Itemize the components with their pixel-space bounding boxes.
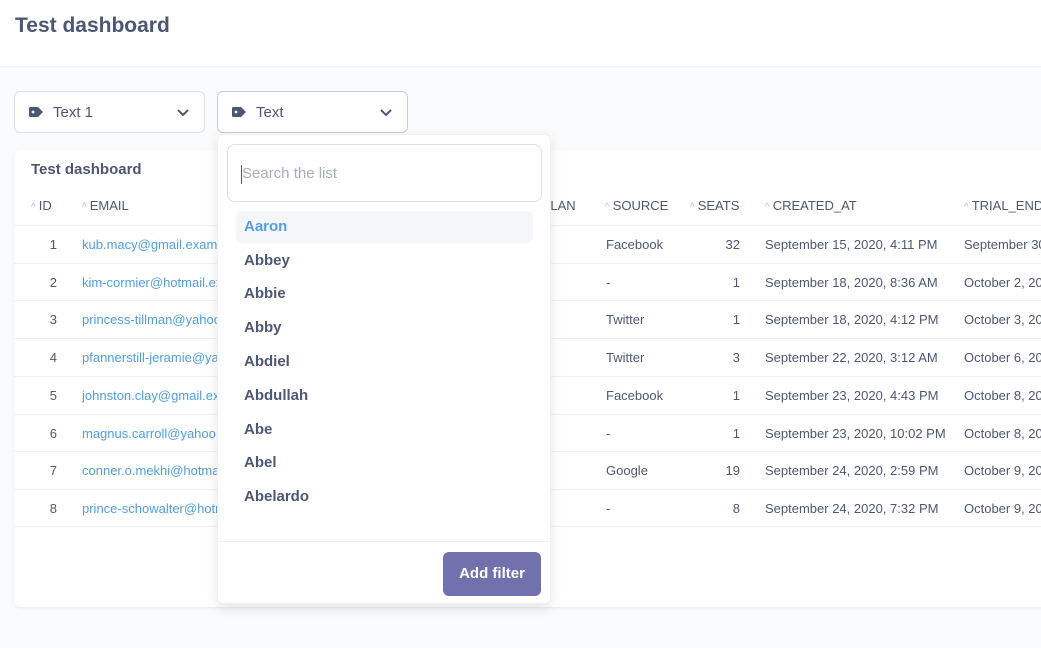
cell-id: 5	[49, 388, 57, 403]
cell-id: 4	[49, 350, 57, 365]
cell-email-link[interactable]: pfannerstill-jeramie@ya	[82, 350, 217, 365]
cell-created-at: September 22, 2020, 3:12 AM	[765, 350, 938, 365]
list-item[interactable]: Abel	[236, 447, 533, 479]
list-item[interactable]: Abe	[236, 414, 533, 446]
cell-source: Google	[606, 463, 648, 478]
cell-source: -	[606, 501, 611, 516]
cell-seats: 1	[732, 426, 740, 441]
cell-email-link[interactable]: prince-schowalter@hotr	[82, 501, 217, 516]
cell-email-link[interactable]: conner.o.mekhi@hotmai	[82, 463, 217, 478]
cell-seats: 1	[732, 388, 740, 403]
page-title: Test dashboard	[15, 14, 170, 37]
cell-seats: 32	[725, 237, 740, 252]
cell-seats: 8	[732, 501, 740, 516]
list-item[interactable]: Abelardo	[236, 481, 533, 513]
cell-seats: 1	[732, 275, 740, 290]
list-item[interactable]: Abby	[236, 312, 533, 344]
cell-id: 2	[49, 275, 57, 290]
list-item[interactable]: Abdiel	[236, 346, 533, 378]
column-header-source[interactable]: ^ SOURCE	[605, 198, 668, 213]
filter-widget-text[interactable]: Text	[217, 91, 408, 133]
chevron-down-icon	[177, 109, 189, 117]
cell-id: 7	[49, 463, 57, 478]
cell-trial-end: October 9, 20	[964, 463, 1041, 478]
cell-source: Facebook	[606, 237, 664, 252]
column-header-email[interactable]: ^ EMAIL	[82, 198, 129, 213]
filter-widget-text-1[interactable]: Text 1	[14, 91, 205, 133]
filter-value-popover: Search the list Aaron Abbey Abbie Abby A…	[217, 134, 551, 604]
cell-created-at: September 24, 2020, 2:59 PM	[765, 463, 939, 478]
column-header-trial-end[interactable]: ^ TRIAL_END	[964, 198, 1041, 213]
cell-email-link[interactable]: princess-tillman@yahoo	[82, 312, 217, 327]
search-input[interactable]: Search the list	[227, 144, 542, 202]
tag-icon	[29, 107, 43, 117]
popover-divider	[218, 541, 550, 542]
cell-id: 8	[49, 501, 57, 516]
cell-trial-end: September 30	[964, 237, 1041, 252]
chevron-down-icon	[380, 109, 392, 117]
search-placeholder: Search the list	[242, 165, 338, 182]
add-filter-button[interactable]: Add filter	[443, 552, 541, 596]
dashboard-header: Test dashboard	[0, 0, 1041, 67]
cell-trial-end: October 3, 20	[964, 312, 1041, 327]
filter-label: Text 1	[53, 103, 94, 121]
column-header-created-at[interactable]: ^ CREATED_AT	[765, 198, 857, 213]
cell-source: -	[606, 275, 611, 290]
cell-created-at: September 15, 2020, 4:11 PM	[765, 237, 938, 252]
cell-trial-end: October 8, 20	[964, 388, 1041, 403]
list-item[interactable]: Aaron	[236, 211, 533, 243]
cell-source: Facebook	[606, 388, 664, 403]
list-item[interactable]: Abdullah	[236, 380, 533, 412]
cell-email-link[interactable]: magnus.carroll@yahoo.e	[82, 426, 217, 441]
cell-source: Twitter	[606, 350, 645, 365]
cell-created-at: September 24, 2020, 7:32 PM	[765, 501, 939, 516]
cell-seats: 19	[725, 463, 740, 478]
cell-trial-end: October 6, 20	[964, 350, 1041, 365]
cell-email-link[interactable]: kim-cormier@hotmail.ex	[82, 275, 217, 290]
cell-source: -	[606, 426, 611, 441]
list-item[interactable]: Abbey	[236, 245, 533, 277]
cell-created-at: September 23, 2020, 10:02 PM	[765, 426, 946, 441]
cell-trial-end: October 9, 20	[964, 501, 1041, 516]
cell-id: 3	[49, 312, 57, 327]
cell-trial-end: October 2, 20	[964, 275, 1041, 290]
cell-seats: 1	[732, 312, 740, 327]
cell-trial-end: October 8, 20	[964, 426, 1041, 441]
cell-created-at: September 18, 2020, 4:12 PM	[765, 312, 939, 327]
cell-id: 6	[49, 426, 57, 441]
cell-email-link[interactable]: johnston.clay@gmail.exa	[82, 388, 217, 403]
cell-id: 1	[49, 237, 57, 252]
column-header-id[interactable]: ^ ID	[31, 198, 52, 213]
cell-created-at: September 18, 2020, 8:36 AM	[765, 275, 938, 290]
cell-seats: 3	[732, 350, 740, 365]
column-header-seats[interactable]: ^ SEATS	[690, 198, 739, 213]
cell-source: Twitter	[606, 312, 645, 327]
tag-icon	[232, 107, 246, 117]
cell-email-link[interactable]: kub.macy@gmail.examp	[82, 237, 217, 252]
list-item[interactable]: Abbie	[236, 278, 533, 310]
cell-created-at: September 23, 2020, 4:43 PM	[765, 388, 939, 403]
card-title: Test dashboard	[31, 161, 142, 178]
filter-label: Text	[256, 103, 284, 121]
text-cursor	[241, 165, 242, 184]
